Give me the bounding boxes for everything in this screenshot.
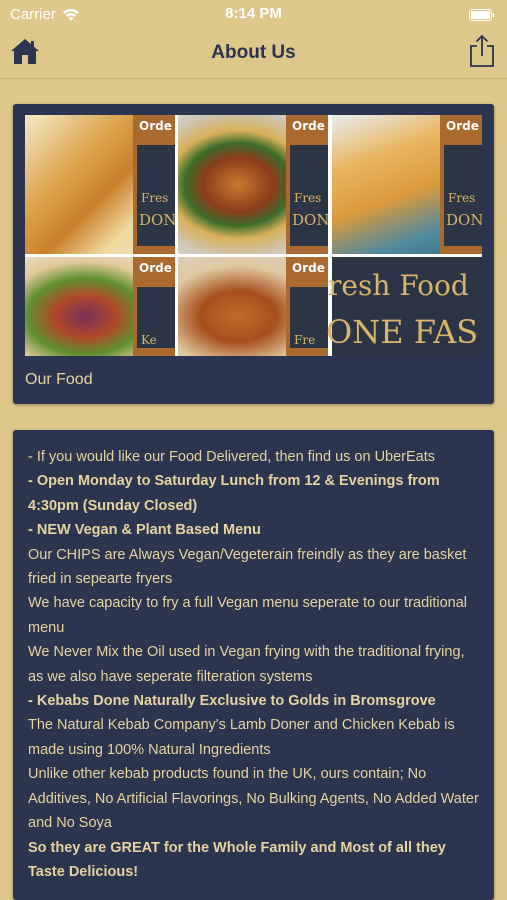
promo-text: DON <box>139 211 175 229</box>
promo-text: DON <box>446 211 482 229</box>
our-food-card[interactable]: Orde Fres DON Orde Fres DON Orde Fres DO… <box>13 104 494 404</box>
promo-text: Fre <box>294 333 316 347</box>
info-line-bold: - Open Monday to Saturday Lunch from 12 … <box>28 473 440 514</box>
promo-text: Orde <box>292 261 325 275</box>
info-text: - If you would like our Food Delivered, … <box>28 445 483 884</box>
promo-strip: Orde Fres DON <box>286 115 328 254</box>
info-line: Our CHIPS are Always Vegan/Vegeterain fr… <box>28 546 467 588</box>
status-time: 8:14 PM <box>225 5 282 22</box>
promo-text: Orde <box>292 119 325 133</box>
info-line-bold: - Kebabs Done Naturally Exclusive to Gol… <box>28 693 436 710</box>
promo-strip: Orde Ke <box>133 257 175 356</box>
fish-chips-photo: Orde Fres DON <box>25 115 175 254</box>
promo-text: resh Food <box>328 269 469 302</box>
info-line: - If you would like our Food Delivered, … <box>28 449 436 465</box>
promo-strip: Orde Fres DON <box>440 115 482 254</box>
status-bar: Carrier 8:14 PM <box>0 0 507 28</box>
info-line: The Natural Kebab Company's Lamb Doner a… <box>28 717 455 758</box>
chicken-wings-photo: Orde Fre <box>178 257 328 356</box>
promo-text: Fres <box>294 191 322 205</box>
share-button[interactable] <box>469 34 495 73</box>
info-line-bold: So they are GREAT for the Whole Family a… <box>28 839 446 880</box>
promo-text: Orde <box>139 119 172 133</box>
info-line: We Never Mix the Oil used in Vegan fryin… <box>28 644 465 685</box>
kebab-wrap-photo: Orde Ke <box>25 257 175 356</box>
promo-text: Ke <box>141 333 157 347</box>
promo-text: Orde <box>139 261 172 275</box>
info-card: - If you would like our Food Delivered, … <box>13 430 494 900</box>
promo-text: Fres <box>448 191 476 205</box>
info-line: Unlike other kebab products found in the… <box>28 766 479 832</box>
garlic-bread-photo: Orde Fres DON <box>332 115 482 254</box>
navigation-bar: About Us <box>0 28 507 79</box>
share-icon <box>470 34 494 67</box>
promo-text: DON <box>292 211 328 229</box>
promo-strip: Orde Fre <box>286 257 328 356</box>
burger-photo: Orde Fres DON <box>178 115 328 254</box>
promo-text: ONE FAS <box>326 313 479 351</box>
battery-icon <box>469 8 495 25</box>
promo-text: Orde <box>446 119 479 133</box>
promo-text: Fres <box>141 191 169 205</box>
page-title: About Us <box>211 42 296 63</box>
info-line-bold: - NEW Vegan & Plant Based Menu <box>28 522 261 539</box>
food-gallery-image: Orde Fres DON Orde Fres DON Orde Fres DO… <box>25 115 482 356</box>
card-caption: Our Food <box>25 371 93 388</box>
fresh-food-promo: resh Food ONE FAS <box>326 257 482 356</box>
info-line: We have capacity to fry a full Vegan men… <box>28 595 468 636</box>
promo-strip: Orde Fres DON <box>133 115 175 254</box>
